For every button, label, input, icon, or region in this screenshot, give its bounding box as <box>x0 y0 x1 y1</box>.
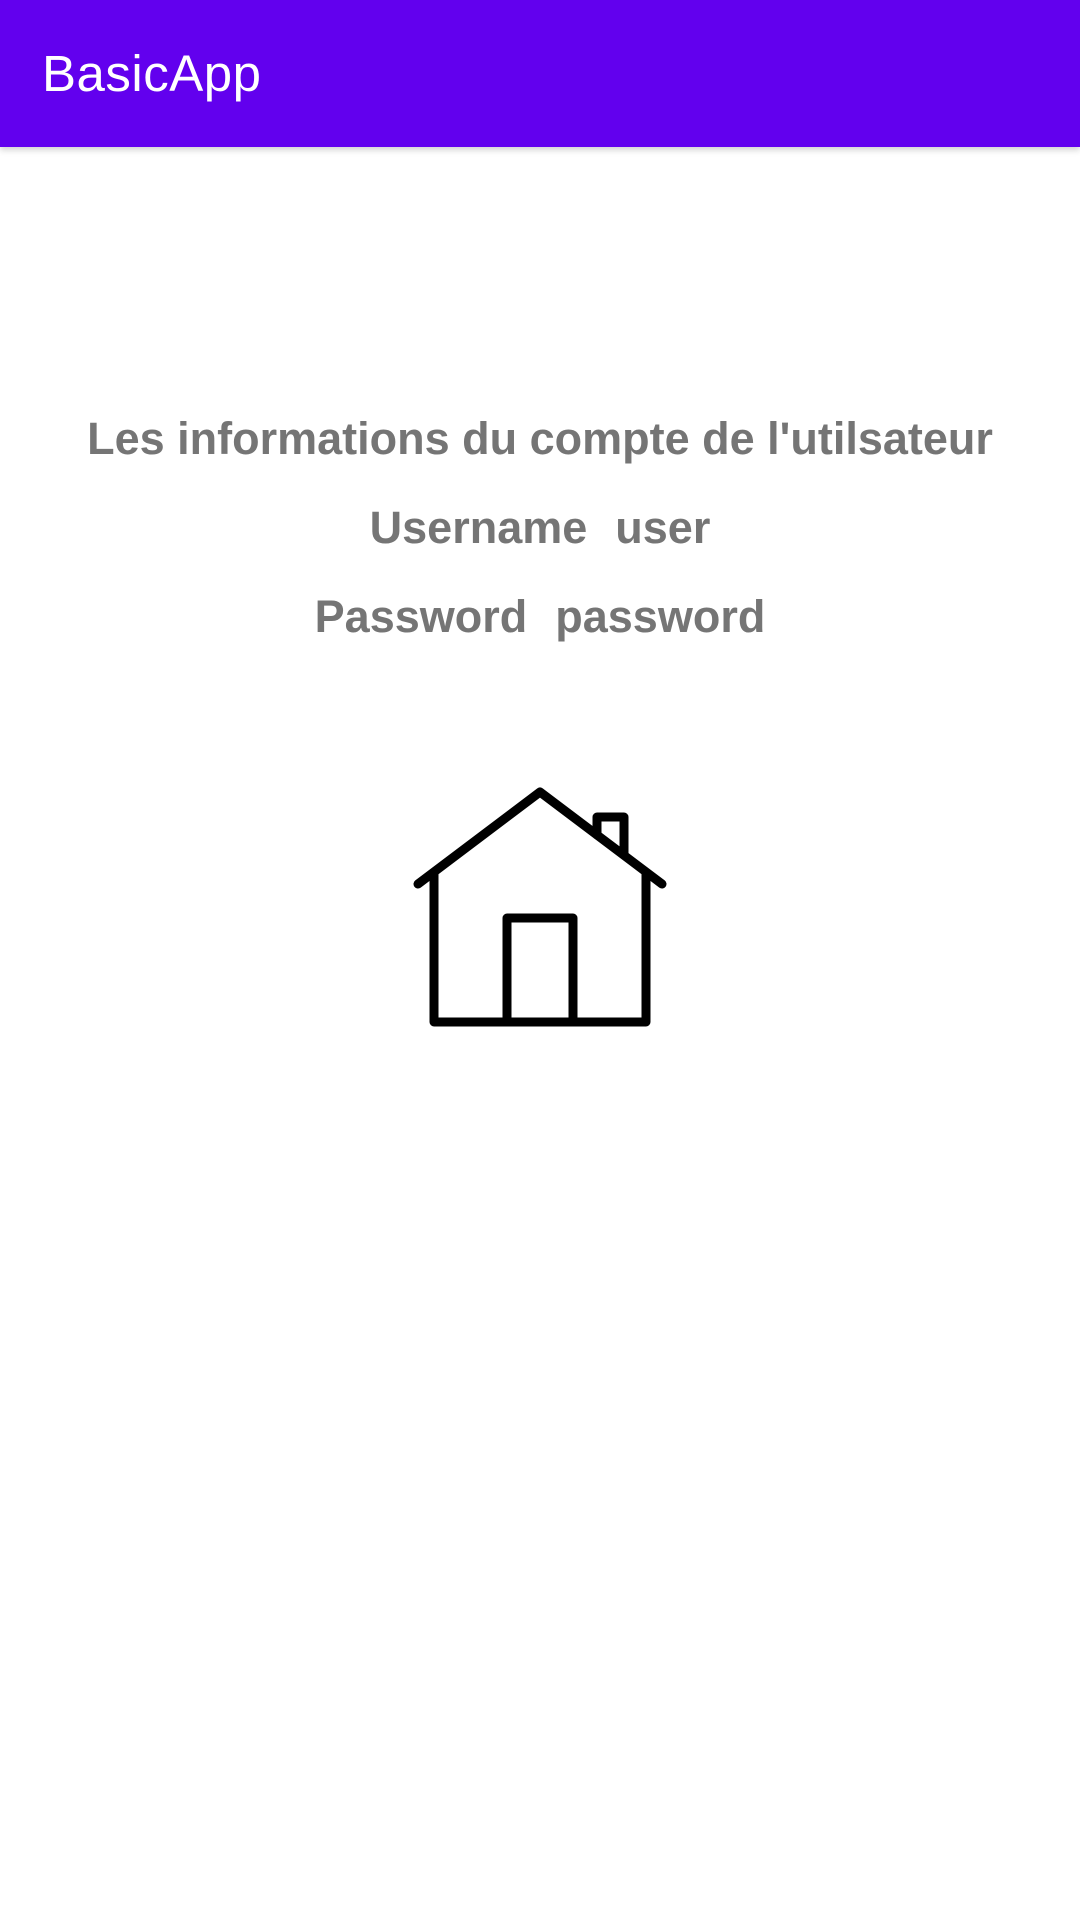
username-value: user <box>615 502 711 553</box>
house-walls <box>429 869 651 1027</box>
password-value: password <box>555 591 766 642</box>
username-row: Username user <box>0 496 1080 560</box>
password-label: Password <box>314 591 528 642</box>
password-row: Password password <box>0 585 1080 649</box>
app-bar: BasicApp <box>0 0 1080 147</box>
home-icon <box>413 787 667 1027</box>
account-info-heading: Les informations du compte de l'utilsate… <box>87 413 993 464</box>
username-label: Username <box>369 502 588 553</box>
account-info-screen: Les informations du compte de l'utilsate… <box>0 147 1080 1920</box>
door <box>502 913 578 1027</box>
app-title: BasicApp <box>42 45 262 102</box>
